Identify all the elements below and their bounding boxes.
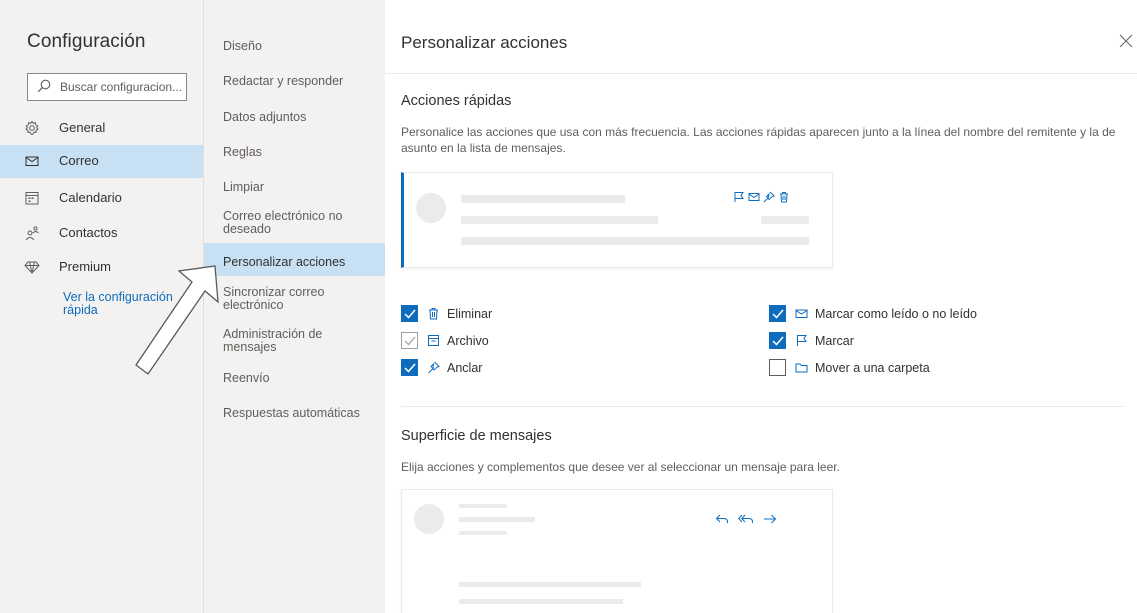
- search-settings-field[interactable]: Buscar configuracion...: [27, 73, 187, 101]
- check-icon: [772, 309, 784, 319]
- option-label: Archivo: [447, 334, 489, 348]
- trash-icon: [429, 308, 438, 320]
- header-divider: [385, 73, 1137, 74]
- category-label: Calendario: [59, 190, 122, 205]
- nav-item-sincronizar[interactable]: Sincronizar correo electrónico: [223, 286, 343, 312]
- nav-item-redactar[interactable]: Redactar y responder: [223, 75, 373, 88]
- sender-placeholder: [459, 504, 507, 508]
- option-anclar[interactable]: Anclar: [401, 359, 701, 377]
- mail-settings-nav: Diseño Redactar y responder Datos adjunt…: [203, 0, 386, 613]
- time-placeholder: [459, 531, 507, 535]
- nav-item-respuestas-automaticas[interactable]: Respuestas automáticas: [223, 407, 373, 420]
- subject-placeholder: [461, 216, 658, 224]
- checkbox-marcar[interactable]: [769, 332, 786, 349]
- preview-placeholder: [461, 237, 809, 245]
- option-label: Marcar como leído o no leído: [815, 307, 977, 321]
- subject-placeholder: [459, 517, 535, 522]
- option-eliminar[interactable]: Eliminar: [401, 305, 701, 323]
- checkbox-anclar[interactable]: [401, 359, 418, 376]
- reply-all-icon: [738, 514, 753, 523]
- category-label: Correo: [59, 153, 99, 168]
- reply-icon: [715, 514, 728, 523]
- nav-item-reenvio[interactable]: Reenvío: [223, 372, 373, 385]
- nav-item-personalizar-acciones[interactable]: Personalizar acciones: [223, 256, 373, 269]
- category-label: General: [59, 120, 106, 135]
- nav-item-correo-no-deseado[interactable]: Correo electrónico no deseado: [223, 210, 363, 236]
- category-label: Premium: [59, 259, 112, 274]
- trash-icon: [780, 192, 788, 203]
- settings-panel: Personalizar acciones Acciones rápidas P…: [385, 0, 1137, 613]
- people-icon: [25, 226, 39, 241]
- envelope-icon: [748, 193, 760, 201]
- option-label: Marcar: [815, 334, 854, 348]
- check-icon: [772, 336, 784, 346]
- option-label: Mover a una carpeta: [815, 361, 930, 375]
- settings-title: Configuración: [27, 31, 146, 52]
- category-premium[interactable]: Premium: [0, 251, 203, 283]
- page-title: Personalizar acciones: [401, 33, 568, 52]
- nav-item-diseno[interactable]: Diseño: [223, 40, 373, 53]
- quick-settings-link[interactable]: Ver la configuración rápida: [63, 291, 188, 317]
- quick-actions-preview: [401, 172, 833, 268]
- pin-icon: [763, 191, 775, 203]
- option-label: Eliminar: [447, 307, 493, 321]
- folder-icon: [795, 363, 808, 373]
- checkbox-archivo[interactable]: [401, 332, 418, 349]
- search-input[interactable]: Buscar configuracion...: [60, 80, 184, 94]
- message-surface-description: Elija acciones y complementos que desee …: [401, 460, 840, 474]
- settings-sidebar: Configuración Buscar configuracion... Ge…: [0, 0, 203, 613]
- category-contactos[interactable]: Contactos: [0, 217, 203, 249]
- check-icon: [404, 363, 416, 373]
- body-placeholder: [459, 582, 641, 587]
- category-general[interactable]: General: [0, 112, 203, 144]
- archive-icon: [428, 335, 439, 346]
- sender-placeholder: [461, 195, 625, 203]
- flag-icon: [797, 335, 807, 346]
- flag-icon: [734, 192, 744, 202]
- body-placeholder: [459, 599, 623, 604]
- nav-item-administracion[interactable]: Administración de mensajes: [223, 328, 343, 354]
- message-surface-heading: Superficie de mensajes: [401, 428, 552, 444]
- quick-actions-heading: Acciones rápidas: [401, 93, 512, 109]
- checkbox-mover-carpeta[interactable]: [769, 359, 786, 376]
- option-marcar[interactable]: Marcar: [769, 332, 1109, 350]
- option-mover-carpeta[interactable]: Mover a una carpeta: [769, 359, 1109, 377]
- check-icon: [404, 309, 416, 319]
- avatar-placeholder: [414, 504, 444, 534]
- nav-item-reglas[interactable]: Reglas: [223, 146, 373, 159]
- nav-item-datos-adjuntos[interactable]: Datos adjuntos: [223, 111, 373, 124]
- calendar-icon: [25, 192, 39, 205]
- envelope-icon: [795, 309, 808, 318]
- option-marcar-leido[interactable]: Marcar como leído o no leído: [769, 305, 1109, 323]
- option-label: Anclar: [447, 361, 483, 375]
- checkbox-marcar-leido[interactable]: [769, 305, 786, 322]
- mail-icon: [25, 156, 39, 166]
- checkbox-eliminar[interactable]: [401, 305, 418, 322]
- option-archivo[interactable]: Archivo: [401, 332, 701, 350]
- close-icon[interactable]: [1119, 34, 1133, 48]
- section-divider: [401, 406, 1125, 407]
- pin-icon: [428, 361, 440, 374]
- forward-icon: [764, 514, 777, 524]
- category-correo[interactable]: Correo: [0, 145, 203, 178]
- nav-item-limpiar[interactable]: Limpiar: [223, 181, 373, 194]
- avatar-placeholder: [416, 193, 446, 223]
- diamond-icon: [24, 261, 40, 274]
- check-icon: [404, 336, 416, 346]
- message-surface-preview: [401, 489, 833, 613]
- search-icon: [37, 79, 51, 93]
- category-calendario[interactable]: Calendario: [0, 182, 203, 214]
- time-placeholder: [761, 216, 809, 224]
- quick-actions-description: Personalice las acciones que usa con más…: [401, 125, 1116, 155]
- gear-icon: [25, 120, 39, 135]
- category-label: Contactos: [59, 225, 118, 240]
